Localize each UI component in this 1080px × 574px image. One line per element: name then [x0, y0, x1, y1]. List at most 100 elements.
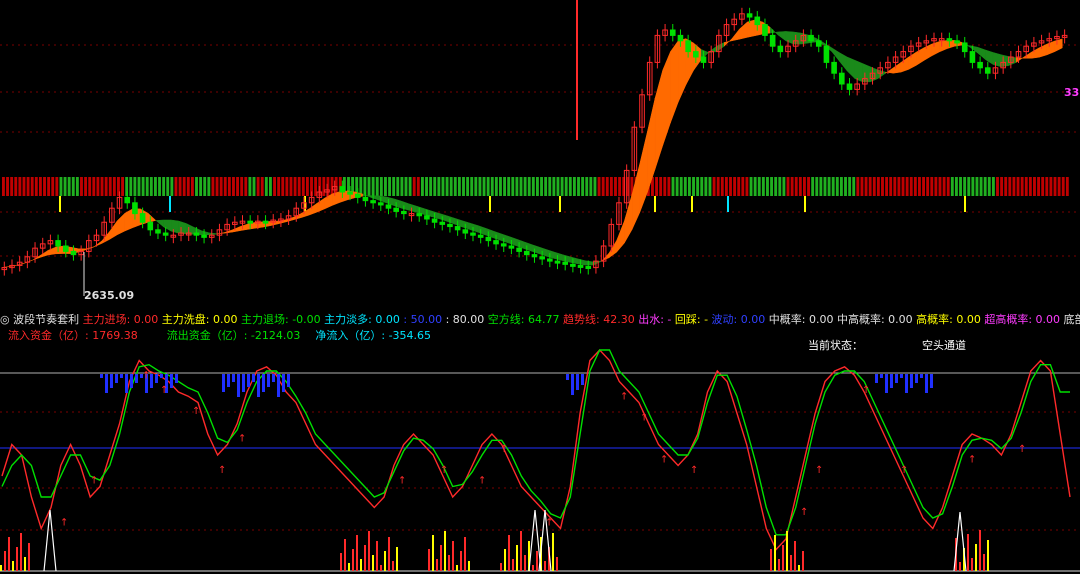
- ribbon-segment-103: [785, 31, 794, 45]
- ribbon-segment-117: [893, 61, 902, 74]
- ribbon-segment-31: [232, 226, 241, 233]
- osc-volume-bar-2-448: [448, 555, 450, 571]
- osc-volume-bar-4-802: [802, 551, 804, 571]
- strip-bar-166: [683, 177, 687, 196]
- strip-bar-121: [499, 177, 502, 196]
- strip-bar-55: [227, 177, 231, 196]
- strip-bar-89: [367, 177, 371, 196]
- ribbon-segment-61: [462, 220, 471, 231]
- osc-volume-bar-5-983: [983, 554, 985, 571]
- indicator-item-16: 底部雷达:: [1063, 313, 1080, 326]
- strip-bar-206: [848, 177, 852, 196]
- ribbon-segment-39: [293, 212, 302, 220]
- strip-bar-122: [503, 177, 507, 196]
- candle-body-63: [485, 236, 492, 242]
- ribbon-segment-60: [455, 218, 464, 228]
- strip-bar-98: [404, 177, 408, 196]
- strip-bar-228: [938, 177, 942, 196]
- osc-arrow-16: ↑: [800, 507, 808, 518]
- strip-bar-18: [75, 177, 79, 196]
- candle-body-34: [262, 220, 269, 224]
- ribbon-segment-114: [869, 66, 879, 83]
- strip-bar-114: [470, 177, 474, 196]
- osc-volume-bar-1-352: [352, 549, 354, 571]
- strip-bar-23: [96, 177, 100, 196]
- candle-body-52: [401, 210, 407, 215]
- strip-bar-21: [88, 177, 92, 196]
- candle-body-32: [247, 220, 253, 224]
- candle-body-9: [70, 250, 77, 256]
- strip-bar-135: [556, 177, 560, 196]
- candle-body-44: [339, 186, 346, 193]
- osc-blue-bar-3-875: [875, 374, 878, 383]
- candle-body-16: [124, 196, 131, 204]
- osc-blue-bar-2-576: [576, 374, 579, 390]
- strip-bar-259: [1065, 177, 1069, 196]
- strip-bar-70: [289, 177, 293, 196]
- strip-bar-107: [441, 177, 445, 196]
- strip-bar-247: [1016, 177, 1020, 196]
- candle-body-89: [685, 40, 691, 53]
- osc-arrow-19: ↑: [900, 465, 908, 476]
- ribbon-segment-6: [40, 249, 49, 258]
- ribbon-segment-130: [992, 52, 1002, 68]
- osc-volume-bar-5-967: [967, 534, 969, 571]
- strip-bar-44: [182, 177, 186, 196]
- ribbon-segment-88: [670, 40, 679, 123]
- ribbon-segment-44: [332, 191, 341, 206]
- ribbon-segment-111: [846, 56, 856, 80]
- strip-bar-93: [384, 177, 387, 196]
- osc-blue-bar-3-895: [895, 374, 898, 383]
- strip-bar-73: [301, 177, 305, 196]
- candle-body-58: [447, 223, 453, 228]
- osc-volume-bar-2-428: [428, 549, 430, 571]
- osc-volume-bar-3-524: [524, 555, 526, 571]
- ribbon-segment-96: [731, 28, 740, 42]
- strip-bar-15: [63, 177, 67, 196]
- strip-bar-144: [593, 177, 597, 196]
- osc-volume-bar-0-16: [16, 547, 18, 571]
- osc-arrow-18: ↑: [862, 385, 870, 396]
- ribbon-segment-123: [939, 40, 948, 53]
- strip-bar-242: [996, 177, 999, 196]
- strip-bar-204: [839, 177, 843, 196]
- osc-volume-bar-2-432: [432, 535, 434, 571]
- ribbon-segment-110: [839, 52, 848, 72]
- osc-volume-bar-5-987: [987, 540, 989, 571]
- ribbon-segment-84: [639, 131, 648, 213]
- strip-bar-48: [199, 177, 203, 196]
- strip-bar-113: [466, 177, 470, 196]
- osc-blue-bar-3-905: [905, 374, 908, 393]
- ribbon-segment-135: [1031, 47, 1040, 59]
- strip-bar-2: [10, 177, 14, 196]
- strip-bar-142: [585, 177, 589, 196]
- ribbon-segment-27: [201, 230, 210, 236]
- strip-bar-106: [437, 177, 441, 196]
- ribbon-segment-65: [493, 230, 502, 241]
- ribbon-segment-75: [570, 256, 579, 265]
- strip-bar-246: [1012, 177, 1016, 196]
- candle-body-127: [977, 61, 983, 69]
- strip-bar-172: [708, 177, 712, 196]
- strip-bar-59: [244, 177, 248, 196]
- ribbon-segment-97: [739, 21, 748, 40]
- ribbon-segment-89: [677, 38, 687, 103]
- strip-bar-71: [293, 177, 297, 196]
- candle-body-100: [769, 34, 776, 47]
- osc-arrow-0: ↑: [60, 518, 68, 529]
- strip-bar-62: [256, 177, 260, 196]
- osc-volume-bar-3-552: [552, 533, 554, 571]
- strip-bar-171: [704, 177, 708, 196]
- osc-blue-bar-1-232: [232, 374, 235, 382]
- osc-blue-bar-1-247: [247, 374, 250, 387]
- candle-body-48: [370, 200, 376, 204]
- osc-blue-bar-3-930: [930, 374, 933, 388]
- candle-body-126: [969, 51, 976, 63]
- strip-bar-252: [1037, 177, 1041, 196]
- osc-volume-bar-3-532: [532, 565, 534, 571]
- strip-bar-179: [737, 177, 741, 196]
- strip-bar-132: [544, 177, 548, 196]
- strip-bar-168: [692, 177, 695, 196]
- strip-bar-32: [133, 177, 137, 196]
- candle-body-49: [377, 202, 384, 206]
